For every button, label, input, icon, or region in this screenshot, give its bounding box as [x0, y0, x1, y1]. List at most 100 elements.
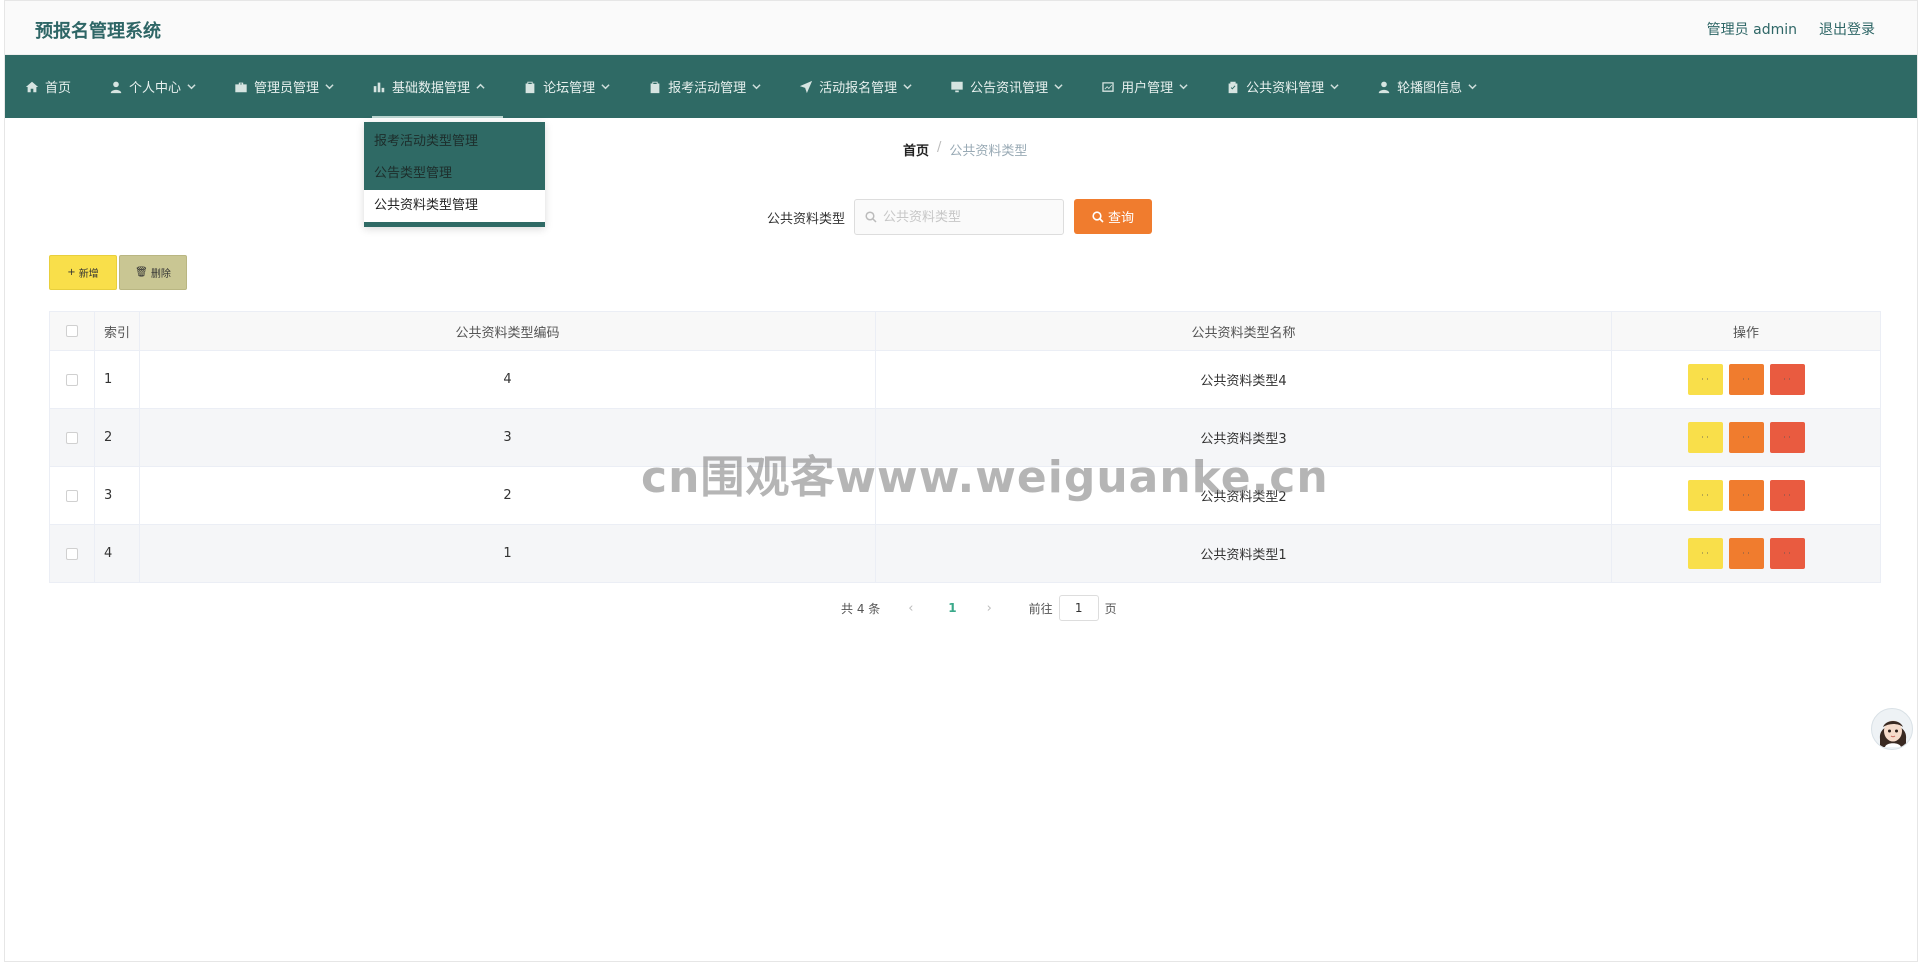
search-icon [1092, 210, 1104, 223]
breadcrumb-home[interactable]: 首页 [903, 140, 929, 159]
row-checkbox[interactable] [66, 431, 78, 444]
nav-label: 首页 [45, 81, 72, 96]
view-button[interactable]: · · [1687, 364, 1723, 395]
header-index: 索引 [94, 311, 140, 351]
chevron-down-icon [1179, 84, 1188, 90]
nav-item-personal-center[interactable]: 个人中心 [109, 55, 196, 118]
nav-item-basic-data[interactable]: 基础数据管理 [372, 55, 504, 118]
next-page-icon[interactable]: › [987, 601, 997, 616]
add-button-label: 新增 [78, 269, 99, 280]
breadcrumb: 首页 / 公共资料类型 [903, 140, 1027, 159]
clipboard-icon [525, 81, 535, 93]
row-checkbox[interactable] [66, 489, 78, 502]
dropdown-item-public-material-type[interactable]: 公共资料类型管理 [364, 190, 545, 222]
logout-link[interactable]: 退出登录 [1819, 19, 1875, 39]
nav-item-announcement[interactable]: 公告资讯管理 [950, 55, 1063, 118]
cell-ops: · · · · · · [1611, 350, 1881, 409]
add-button[interactable]: + 新增 [49, 255, 117, 290]
trash-icon: 🗑 [135, 267, 148, 278]
header-name: 公共资料类型名称 [875, 311, 1612, 351]
nav-label: 个人中心 [129, 81, 182, 96]
dropdown-item-exam-activity-type[interactable]: 报考活动类型管理 [364, 126, 545, 158]
row-checkbox-cell [49, 408, 95, 467]
nav-item-carousel[interactable]: 轮播图信息 [1377, 55, 1477, 118]
nav-item-exam-activity[interactable]: 报考活动管理 [648, 55, 761, 118]
cell-code: 1 [139, 524, 876, 583]
table-row: 4 1 公共资料类型1 · · · · · · [49, 524, 1881, 583]
send-icon [799, 80, 813, 93]
delete-button-label: 删除 [150, 269, 171, 280]
nav-item-activity-signup[interactable]: 活动报名管理 [799, 55, 912, 118]
chevron-down-icon [1468, 84, 1477, 90]
pagination: 共 4 条 ‹ 1 › 前往 1 页 [841, 595, 1117, 621]
nav-item-admin-manage[interactable]: 管理员管理 [234, 55, 334, 118]
chevron-down-icon [601, 84, 610, 90]
cell-index: 4 [94, 524, 140, 583]
bar-chart-icon [373, 82, 385, 92]
view-button[interactable]: · · [1687, 538, 1723, 569]
nav-label: 论坛管理 [543, 81, 596, 96]
search-icon [865, 211, 877, 223]
edit-button[interactable]: · · [1728, 422, 1764, 453]
main-nav: 首页 个人中心 管理员管理 基础数据管理 论坛管理 报考活动管理 活动报名管理 … [5, 55, 1917, 118]
plus-icon: + [67, 267, 76, 278]
table-row: 1 4 公共资料类型4 · · · · · · [49, 350, 1881, 409]
cell-name: 公共资料类型4 [875, 350, 1612, 409]
dropdown-item-announcement-type[interactable]: 公告类型管理 [364, 158, 545, 190]
row-delete-button[interactable]: · · [1769, 538, 1805, 569]
edit-button[interactable]: · · [1728, 480, 1764, 511]
chevron-down-icon [903, 84, 912, 90]
nav-label: 轮播图信息 [1397, 81, 1463, 96]
row-delete-button[interactable]: · · [1769, 422, 1805, 453]
header-ops: 操作 [1611, 311, 1881, 351]
app-window: 预报名管理系统 管理员 admin 退出登录 首页 个人中心 管理员管理 基础数… [4, 0, 1918, 962]
page-number[interactable]: 1 [948, 601, 956, 615]
monitor-icon [951, 81, 963, 92]
select-all-checkbox[interactable] [66, 325, 78, 337]
cell-ops: · · · · · · [1611, 524, 1881, 583]
delete-button[interactable]: 🗑 删除 [119, 255, 187, 290]
chevron-down-icon [1330, 84, 1339, 90]
row-checkbox-cell [49, 466, 95, 525]
prev-page-icon[interactable]: ‹ [908, 601, 918, 616]
nav-item-home[interactable]: 首页 [25, 55, 71, 118]
edit-button[interactable]: · · [1728, 538, 1764, 569]
breadcrumb-current: 公共资料类型 [949, 144, 1028, 159]
assistant-avatar[interactable] [1871, 708, 1913, 750]
nav-label: 公共资料管理 [1246, 81, 1325, 96]
chevron-down-icon [325, 84, 334, 90]
user-area: 管理员 admin 退出登录 [1707, 19, 1875, 39]
edit-button[interactable]: · · [1728, 364, 1764, 395]
row-checkbox-cell [49, 350, 95, 409]
user-label: 管理员 admin [1706, 22, 1797, 38]
view-button[interactable]: · · [1687, 422, 1723, 453]
chevron-down-icon [1054, 84, 1063, 90]
row-delete-button[interactable]: · · [1769, 364, 1805, 395]
nav-item-forum[interactable]: 论坛管理 [523, 55, 610, 118]
pagination-total: 共 4 条 [841, 601, 881, 616]
app-title: 预报名管理系统 [35, 21, 161, 42]
avatar-icon [1879, 720, 1907, 747]
basic-data-dropdown: 报考活动类型管理 公告类型管理 公共资料类型管理 [364, 122, 545, 227]
nav-label: 公告资讯管理 [970, 81, 1049, 96]
nav-label: 报考活动管理 [668, 81, 747, 96]
person-icon [110, 81, 122, 93]
goto-page-input[interactable]: 1 [1058, 595, 1099, 621]
row-checkbox[interactable] [66, 547, 78, 560]
nav-item-public-material[interactable]: 公共资料管理 [1226, 55, 1339, 118]
header-checkbox-cell [49, 311, 95, 351]
nav-item-user-manage[interactable]: 用户管理 [1101, 55, 1188, 118]
chart-window-icon [1102, 81, 1114, 92]
top-header: 预报名管理系统 管理员 admin 退出登录 [5, 1, 1917, 55]
search-input[interactable] [883, 209, 1053, 225]
search-label: 公共资料类型 [767, 212, 846, 227]
search-field[interactable] [854, 199, 1064, 235]
table-header-row: 索引 公共资料类型编码 公共资料类型名称 操作 [49, 311, 1881, 351]
clipboard-check-icon [1228, 81, 1238, 93]
view-button[interactable]: · · [1687, 480, 1723, 511]
home-icon [25, 81, 39, 92]
row-delete-button[interactable]: · · [1769, 480, 1805, 511]
query-button[interactable]: 查询 [1074, 199, 1152, 234]
briefcase-icon [235, 82, 247, 92]
row-checkbox[interactable] [66, 373, 78, 386]
